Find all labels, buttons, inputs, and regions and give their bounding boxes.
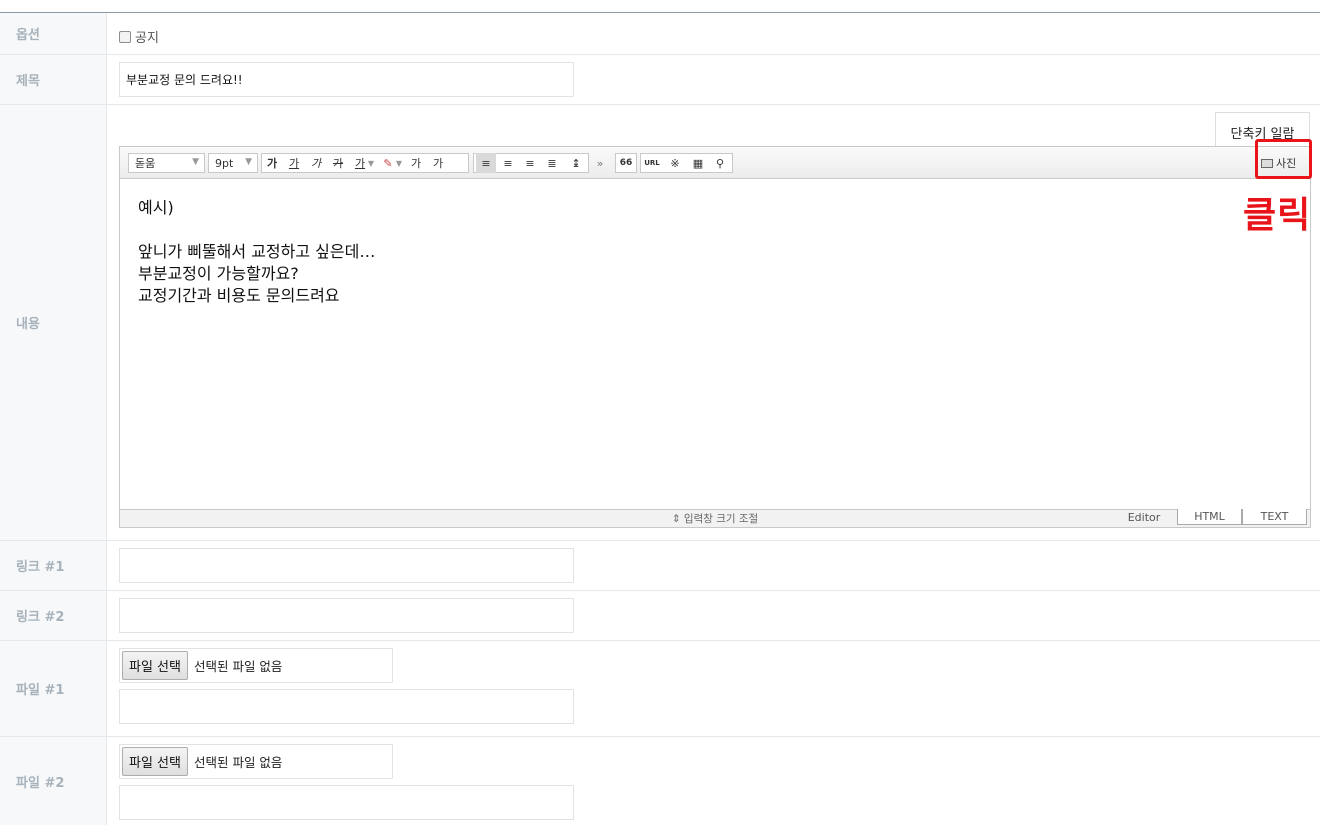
align-left-icon[interactable]: ≡: [476, 153, 496, 173]
resize-label: ⇕ 입력창 크기 조절: [671, 513, 759, 525]
notice-checkbox-group[interactable]: 공지: [119, 27, 159, 46]
url-button[interactable]: URL: [642, 153, 662, 173]
body-line: 예시): [138, 198, 174, 217]
align-justify-icon[interactable]: ≣: [542, 153, 562, 173]
file2-description-input[interactable]: [119, 785, 574, 820]
quote-button[interactable]: 66: [616, 153, 636, 173]
link2-input[interactable]: [119, 598, 574, 633]
font-color-dropdown-icon[interactable]: ▼: [366, 153, 376, 173]
subject-label: 제목: [0, 55, 107, 104]
file1-choose-button[interactable]: 파일 선택: [122, 651, 188, 680]
subject-input-value: 부분교정 문의 드려요!!: [126, 73, 243, 87]
file1-description-input[interactable]: [119, 689, 574, 724]
font-size-value: 9pt: [215, 156, 234, 170]
tab-text[interactable]: TEXT: [1242, 509, 1307, 525]
link1-row: 링크 #1: [0, 541, 1320, 591]
link2-label: 링크 #2: [0, 591, 107, 640]
italic-button[interactable]: 가: [306, 153, 326, 173]
option-row: 옵션 공지: [0, 13, 1320, 55]
line-height-icon[interactable]: ↨: [566, 153, 586, 173]
chevron-down-icon: ▼: [192, 157, 199, 167]
bold-button[interactable]: 가: [262, 153, 282, 173]
tab-editor[interactable]: Editor: [1112, 509, 1176, 525]
file1-status: 선택된 파일 없음: [193, 659, 283, 674]
tab-html[interactable]: HTML: [1177, 509, 1242, 525]
notice-checkbox[interactable]: [119, 30, 131, 43]
file2-choose-button[interactable]: 파일 선택: [122, 747, 188, 776]
table-icon[interactable]: ▦: [688, 153, 708, 173]
chevron-down-icon: ▼: [245, 157, 252, 167]
body-line: 앞니가 삐뚤해서 교정하고 싶은데…: [138, 242, 376, 261]
more-button[interactable]: »: [590, 153, 610, 173]
subscript-button[interactable]: 가: [428, 153, 448, 173]
link1-input[interactable]: [119, 548, 574, 583]
align-right-icon[interactable]: ≡: [520, 153, 540, 173]
highlight-dropdown-icon[interactable]: ▼: [394, 153, 404, 173]
option-label: 옵션: [0, 13, 107, 54]
align-center-icon[interactable]: ≡: [498, 153, 518, 173]
photo-button-highlight: [1255, 139, 1312, 179]
underline-button[interactable]: 가: [284, 153, 304, 173]
link2-row: 링크 #2: [0, 591, 1320, 641]
body-line: [138, 219, 375, 241]
editor-resize-bar[interactable]: ⇕ 입력창 크기 조절 Editor HTML TEXT: [120, 509, 1310, 527]
file2-status: 선택된 파일 없음: [193, 755, 283, 770]
special-char-button[interactable]: ※: [665, 153, 685, 173]
body-line: 교정기간과 비용도 문의드려요: [138, 286, 340, 305]
content-row: 내용 단축키 일람 돋움 ▼ 9pt ▼ 가 가 가 가 가 ▼ ✎ ▼ 가 가 ≡…: [0, 105, 1320, 541]
rich-text-editor: 돋움 ▼ 9pt ▼ 가 가 가 가 가 ▼ ✎ ▼ 가 가 ≡ ≡ ≡ ≣ ↨ »…: [119, 146, 1311, 528]
click-annotation: 클릭: [1243, 195, 1312, 236]
font-family-value: 돋움: [135, 157, 156, 170]
font-family-select[interactable]: 돋움 ▼: [128, 153, 205, 173]
editor-toolbar: 돋움 ▼ 9pt ▼ 가 가 가 가 가 ▼ ✎ ▼ 가 가 ≡ ≡ ≡ ≣ ↨ »…: [120, 147, 1310, 179]
file2-row: 파일 #2 파일 선택 선택된 파일 없음: [0, 737, 1320, 825]
subject-input[interactable]: 부분교정 문의 드려요!!: [119, 62, 574, 97]
font-size-select[interactable]: 9pt ▼: [208, 153, 258, 173]
notice-checkbox-label: 공지: [135, 31, 159, 46]
file1-row: 파일 #1 파일 선택 선택된 파일 없음: [0, 641, 1320, 737]
search-icon[interactable]: ⚲: [710, 153, 730, 173]
file1-label: 파일 #1: [0, 641, 107, 736]
strikethrough-button[interactable]: 가: [328, 153, 348, 173]
subject-row: 제목 부분교정 문의 드려요!!: [0, 55, 1320, 105]
superscript-button[interactable]: 가: [406, 153, 426, 173]
file2-chooser[interactable]: 파일 선택 선택된 파일 없음: [119, 744, 393, 779]
content-label: 내용: [0, 105, 107, 540]
file2-label: 파일 #2: [0, 737, 107, 825]
editor-body[interactable]: 예시) 앞니가 삐뚤해서 교정하고 싶은데… 부분교정이 가능할까요? 교정기간…: [138, 197, 375, 307]
file1-chooser[interactable]: 파일 선택 선택된 파일 없음: [119, 648, 393, 683]
link1-label: 링크 #1: [0, 541, 107, 590]
body-line: 부분교정이 가능할까요?: [138, 264, 299, 283]
